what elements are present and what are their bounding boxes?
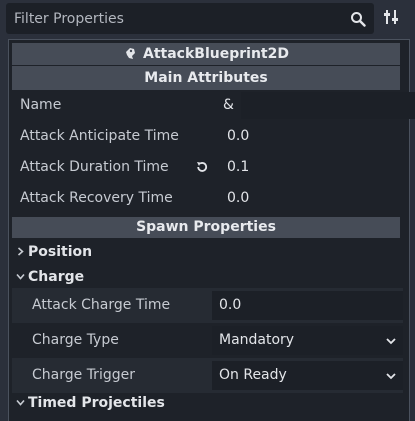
charge-trigger-value: On Ready <box>219 367 287 383</box>
chevron-down-icon <box>386 373 396 380</box>
chevron-down-icon <box>386 338 396 345</box>
filter-properties-input[interactable] <box>6 3 336 34</box>
charge-trigger-select[interactable]: On Ready <box>212 361 403 390</box>
anticipate-value[interactable]: 0.0 <box>227 121 249 152</box>
chevron-down-icon <box>16 273 25 280</box>
tools-icon[interactable] <box>383 9 401 25</box>
group-timed-projectiles[interactable]: Timed Projectiles <box>12 391 403 415</box>
search-icon[interactable] <box>350 11 366 27</box>
property-row-name: Name & <box>12 90 415 121</box>
spawn-properties-header[interactable]: Spawn Properties <box>12 217 400 238</box>
revert-icon[interactable] <box>195 160 209 174</box>
main-attributes-header[interactable]: Main Attributes <box>12 66 400 90</box>
chevron-down-icon <box>16 399 25 406</box>
property-row-recovery: Attack Recovery Time 0.0 <box>12 183 403 214</box>
group-label: Position <box>28 244 93 260</box>
property-label: Attack Recovery Time <box>20 190 173 206</box>
property-label: Attack Duration Time <box>20 159 169 175</box>
group-position[interactable]: Position <box>12 240 403 264</box>
object-title: AttackBlueprint2D <box>143 46 289 62</box>
name-field[interactable] <box>241 92 415 119</box>
chevron-right-icon <box>17 247 24 256</box>
group-charge[interactable]: Charge <box>12 265 403 289</box>
property-label: Attack Anticipate Time <box>20 128 179 144</box>
object-icon <box>126 48 136 59</box>
group-label: Timed Projectiles <box>28 395 165 411</box>
property-label: Charge Type <box>32 332 119 348</box>
charge-type-value: Mandatory <box>219 332 295 348</box>
property-row-duration: Attack Duration Time 0.1 <box>12 152 403 183</box>
property-label: Name <box>20 97 62 113</box>
charge-type-select[interactable]: Mandatory <box>212 326 403 355</box>
property-row-charge-time: Attack Charge Time 0.0 <box>12 288 403 323</box>
property-label: Attack Charge Time <box>32 297 171 313</box>
property-label: Charge Trigger <box>32 367 135 383</box>
filter-bar <box>6 3 374 34</box>
recovery-value[interactable]: 0.0 <box>227 183 249 214</box>
property-row-charge-trigger: Charge Trigger On Ready <box>12 358 403 393</box>
property-row-charge-type: Charge Type Mandatory <box>12 323 403 358</box>
duration-value[interactable]: 0.1 <box>227 152 249 183</box>
name-prefix: & <box>223 97 234 113</box>
object-title-header: AttackBlueprint2D <box>12 43 400 65</box>
charge-time-value: 0.0 <box>219 297 242 313</box>
property-row-anticipate: Attack Anticipate Time 0.0 <box>12 121 403 152</box>
charge-time-field[interactable]: 0.0 <box>212 291 403 320</box>
group-label: Charge <box>28 269 85 285</box>
